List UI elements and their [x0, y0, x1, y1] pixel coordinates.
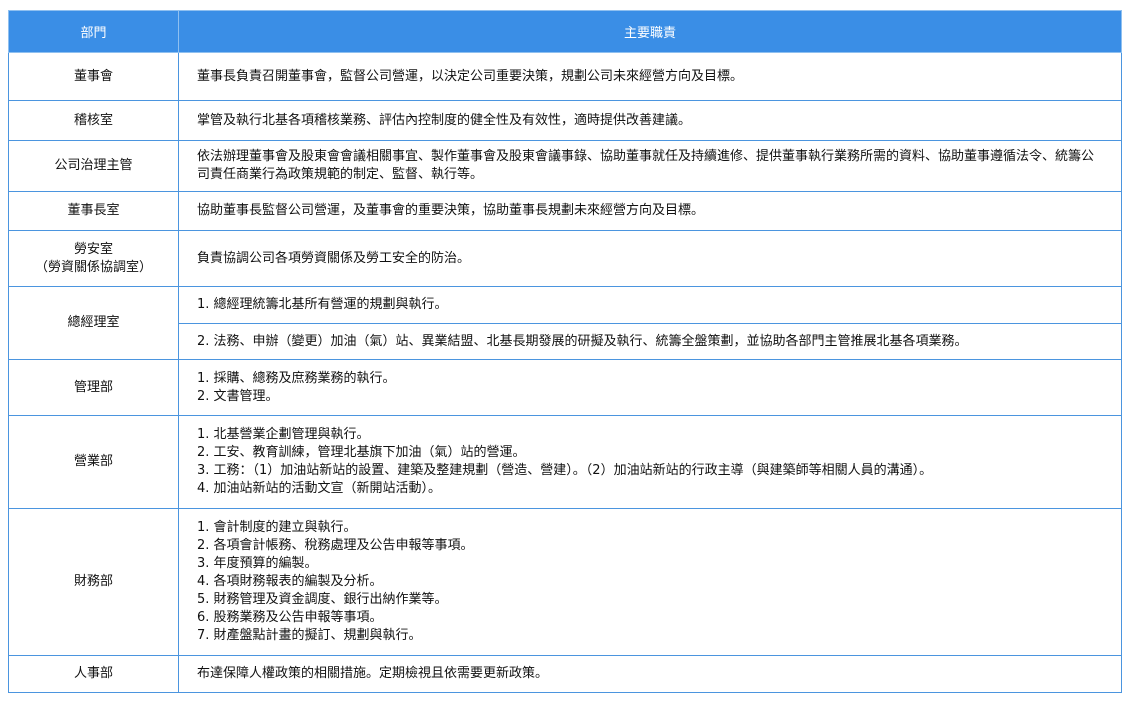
table-header-row: 部門 主要職責 — [8, 10, 1122, 53]
duty-cell: 1. 北基營業企劃管理與執行。 2. 工安、教育訓練，管理北基旗下加油（氣）站的… — [178, 415, 1122, 509]
duty-line: 2. 工安、教育訓練，管理北基旗下加油（氣）站的營運。 — [197, 445, 526, 460]
duty-line: 2. 各項會計帳務、稅務處理及公告申報等事項。 — [197, 538, 474, 553]
dept-line: （勞資關係協調室） — [34, 259, 152, 275]
table-row: 公司治理主管 依法辦理董事會及股東會會議相關事宜、製作董事會及股東會議事錄、協助… — [8, 140, 1122, 192]
table-row: 董事會 董事長負責召開董事會，監督公司營運，以決定公司重要決策，規劃公司未來經營… — [8, 52, 1122, 101]
dept-cell: 營業部 — [8, 415, 179, 509]
duty-line: 5. 財務管理及資金調度、銀行出納作業等。 — [197, 592, 448, 607]
duty-cell: 2. 法務、申辦（變更）加油（氣）站、異業結盟、北基長期發展的研擬及執行、統籌全… — [178, 323, 1122, 360]
dept-cell: 公司治理主管 — [8, 140, 179, 192]
duty-line: 布達保障人權政策的相關措施。定期檢視且依需要更新政策。 — [197, 666, 549, 681]
duty-line: 1. 總經理統籌北基所有營運的規劃與執行。 — [197, 297, 448, 312]
duty-line: 依法辦理董事會及股東會會議相關事宜、製作董事會及股東會議事錄、協助董事就任及持續… — [197, 149, 1095, 182]
duty-line: 4. 各項財務報表的編製及分析。 — [197, 574, 383, 589]
duty-line: 掌管及執行北基各項稽核業務、評估內控制度的健全性及有效性，適時提供改善建議。 — [197, 112, 692, 128]
duty-cell: 協助董事長監督公司營運，及董事會的重要決策，協助董事長規劃未來經營方向及目標。 — [178, 191, 1122, 231]
duty-cell: 依法辦理董事會及股東會會議相關事宜、製作董事會及股東會議事錄、協助董事就任及持續… — [178, 140, 1122, 192]
duty-line: 1. 採購、總務及庶務業務的執行。 — [197, 370, 396, 386]
duty-cell: 掌管及執行北基各項稽核業務、評估內控制度的健全性及有效性，適時提供改善建議。 — [178, 100, 1122, 141]
duty-line: 2. 法務、申辦（變更）加油（氣）站、異業結盟、北基長期發展的研擬及執行、統籌全… — [197, 333, 968, 349]
duty-line: 董事長負責召開董事會，監督公司營運，以決定公司重要決策，規劃公司未來經營方向及目… — [197, 68, 744, 84]
duty-line: 3. 工務：（1）加油站新站的設置、建築及整建規劃（營造、營建）。（2）加油站新… — [197, 463, 933, 478]
duty-cell: 1. 總經理統籌北基所有營運的規劃與執行。 — [178, 286, 1122, 324]
duty-line: 1. 北基營業企劃管理與執行。 — [197, 427, 370, 442]
duty-cell: 布達保障人權政策的相關措施。定期檢視且依需要更新政策。 — [178, 655, 1122, 693]
duty-line: 4. 加油站新站的活動文宣（新開站活動）。 — [197, 481, 442, 496]
duty-line: 1. 會計制度的建立與執行。 — [197, 520, 357, 535]
table-row: 董事長室 協助董事長監督公司營運，及董事會的重要決策，協助董事長規劃未來經營方向… — [8, 191, 1122, 231]
duty-line: 3. 年度預算的編製。 — [197, 556, 318, 571]
dept-cell: 管理部 — [8, 359, 179, 416]
dept-line: 勞安室 — [73, 241, 113, 257]
dept-cell: 勞安室 （勞資關係協調室） — [8, 230, 179, 287]
table-row: 營業部 1. 北基營業企劃管理與執行。 2. 工安、教育訓練，管理北基旗下加油（… — [8, 415, 1122, 509]
table-row: 人事部 布達保障人權政策的相關措施。定期檢視且依需要更新政策。 — [8, 655, 1122, 693]
table-row: 總經理室 1. 總經理統籌北基所有營運的規劃與執行。 — [8, 286, 1122, 360]
header-department: 部門 — [8, 10, 179, 53]
table-row: 財務部 1. 會計制度的建立與執行。 2. 各項會計帳務、稅務處理及公告申報等事… — [8, 508, 1122, 656]
duty-line: 2. 文書管理。 — [197, 388, 279, 404]
table-row: 稽核室 掌管及執行北基各項稽核業務、評估內控制度的健全性及有效性，適時提供改善建… — [8, 100, 1122, 141]
table-row: 管理部 1. 採購、總務及庶務業務的執行。 2. 文書管理。 — [8, 359, 1122, 416]
responsibility-table-container: 部門 主要職責 董事會 董事長負責召開董事會，監督公司營運，以決定公司重要決策，… — [8, 10, 1122, 693]
duty-cell: 1. 會計制度的建立與執行。 2. 各項會計帳務、稅務處理及公告申報等事項。 3… — [178, 508, 1122, 656]
dept-cell: 人事部 — [8, 655, 179, 693]
duty-line: 7. 財產盤點計畫的擬訂、規劃與執行。 — [197, 628, 422, 643]
duty-cell: 1. 採購、總務及庶務業務的執行。 2. 文書管理。 — [178, 359, 1122, 416]
dept-cell: 財務部 — [8, 508, 179, 656]
table-row: 勞安室 （勞資關係協調室） 負責協調公司各項勞資關係及勞工安全的防治。 — [8, 230, 1122, 287]
duty-cell: 負責協調公司各項勞資關係及勞工安全的防治。 — [178, 230, 1122, 287]
dept-cell: 總經理室 — [8, 286, 179, 360]
dept-cell: 董事長室 — [8, 191, 179, 231]
duty-line: 協助董事長監督公司營運，及董事會的重要決策，協助董事長規劃未來經營方向及目標。 — [197, 203, 705, 218]
dept-cell: 董事會 — [8, 52, 179, 101]
duty-line: 6. 股務業務及公告申報等事項。 — [197, 610, 383, 625]
header-responsibilities: 主要職責 — [178, 10, 1122, 53]
department-responsibility-table: 部門 主要職責 董事會 董事長負責召開董事會，監督公司營運，以決定公司重要決策，… — [8, 10, 1122, 693]
dept-cell: 稽核室 — [8, 100, 179, 141]
duty-line: 負責協調公司各項勞資關係及勞工安全的防治。 — [197, 250, 471, 266]
duty-cell: 董事長負責召開董事會，監督公司營運，以決定公司重要決策，規劃公司未來經營方向及目… — [178, 52, 1122, 101]
